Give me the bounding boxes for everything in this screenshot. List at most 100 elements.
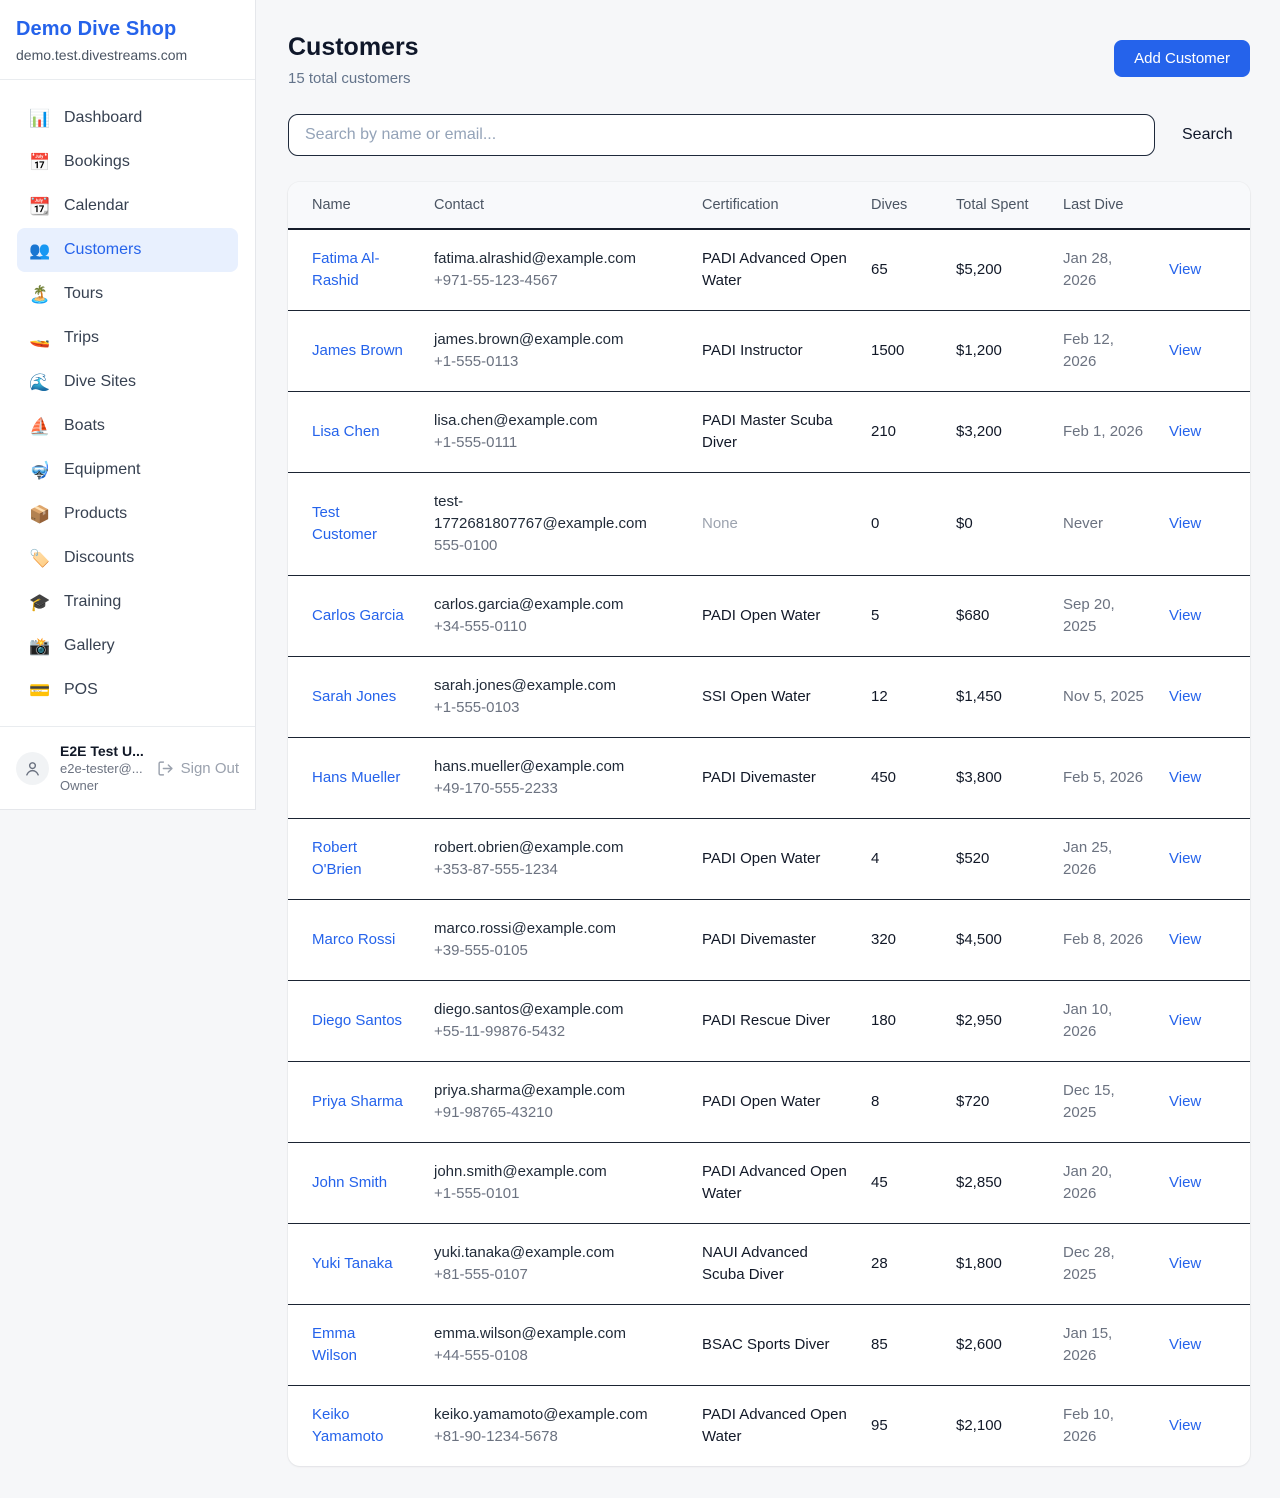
sidebar-nav: 📊 Dashboard 📅 Bookings 📆 Calendar 👥 Cust… [0,80,255,726]
customer-email: diego.santos@example.com [434,999,654,1021]
col-header-name: Name [288,182,434,229]
customer-dives: 5 [871,607,879,624]
customer-phone: +81-555-0107 [434,1264,654,1286]
customer-certification: PADI Advanced Open Water [702,1163,847,1202]
sidebar-item-label: POS [64,681,98,699]
customer-last-dive: Jan 25, 2026 [1063,839,1112,878]
customer-last-dive: Feb 10, 2026 [1063,1406,1114,1445]
sidebar-item-label: Gallery [64,637,115,655]
customer-last-dive: Jan 15, 2026 [1063,1325,1112,1364]
view-customer-link[interactable]: View [1169,261,1201,278]
customer-dives: 320 [871,931,896,948]
customer-name-link[interactable]: Diego Santos [312,1012,402,1029]
view-customer-link[interactable]: View [1169,769,1201,786]
customer-phone: +353-87-555-1234 [434,859,654,881]
sidebar-item-training[interactable]: 🎓 Training [17,580,238,624]
customer-total-spent: $1,800 [956,1255,1002,1272]
col-header-last-dive: Last Dive [1063,182,1169,229]
sidebar-item-calendar[interactable]: 📆 Calendar [17,184,238,228]
customer-name-link[interactable]: Sarah Jones [312,688,396,705]
view-customer-link[interactable]: View [1169,1417,1201,1434]
customer-email: yuki.tanaka@example.com [434,1242,654,1264]
customer-name-link[interactable]: Emma Wilson [312,1325,357,1364]
sidebar-item-pos[interactable]: 💳 POS [17,668,238,712]
customer-total-spent: $2,850 [956,1174,1002,1191]
sidebar-item-discounts[interactable]: 🏷️ Discounts [17,536,238,580]
sidebar-item-gallery[interactable]: 📸 Gallery [17,624,238,668]
view-customer-link[interactable]: View [1169,1336,1201,1353]
customer-name-link[interactable]: Priya Sharma [312,1093,403,1110]
customer-name-link[interactable]: Marco Rossi [312,931,395,948]
table-row: Hans Mueller hans.mueller@example.com +4… [288,738,1250,819]
sidebar-item-equipment[interactable]: 🤿 Equipment [17,448,238,492]
shop-name: Demo Dive Shop [16,18,239,41]
sidebar-item-customers[interactable]: 👥 Customers [17,228,238,272]
view-customer-link[interactable]: View [1169,515,1201,532]
customer-name-link[interactable]: Carlos Garcia [312,607,404,624]
sidebar-item-tours[interactable]: 🏝️ Tours [17,272,238,316]
customer-email: keiko.yamamoto@example.com [434,1404,654,1426]
sidebar-item-label: Calendar [64,197,129,215]
customer-last-dive: Feb 5, 2026 [1063,769,1143,786]
view-customer-link[interactable]: View [1169,423,1201,440]
view-customer-link[interactable]: View [1169,1012,1201,1029]
customer-name-link[interactable]: Robert O'Brien [312,839,362,878]
training-icon: 🎓 [29,594,51,611]
sidebar-item-boats[interactable]: ⛵ Boats [17,404,238,448]
view-customer-link[interactable]: View [1169,1093,1201,1110]
sidebar-item-dive-sites[interactable]: 🌊 Dive Sites [17,360,238,404]
customer-email: james.brown@example.com [434,329,654,351]
view-customer-link[interactable]: View [1169,1174,1201,1191]
search-input[interactable] [288,114,1155,156]
sidebar-item-bookings[interactable]: 📅 Bookings [17,140,238,184]
customer-name-link[interactable]: James Brown [312,342,403,359]
sidebar-item-dashboard[interactable]: 📊 Dashboard [17,96,238,140]
customer-dives: 85 [871,1336,888,1353]
customer-email: robert.obrien@example.com [434,837,654,859]
customer-name-link[interactable]: Lisa Chen [312,423,380,440]
add-customer-button[interactable]: Add Customer [1114,40,1250,77]
sidebar-item-products[interactable]: 📦 Products [17,492,238,536]
customer-dives: 8 [871,1093,879,1110]
customer-certification: PADI Advanced Open Water [702,250,847,289]
customer-name-link[interactable]: Test Customer [312,504,377,543]
customer-name-link[interactable]: Hans Mueller [312,769,400,786]
customer-last-dive: Feb 8, 2026 [1063,931,1143,948]
view-customer-link[interactable]: View [1169,1255,1201,1272]
view-customer-link[interactable]: View [1169,688,1201,705]
customer-dives: 450 [871,769,896,786]
view-customer-link[interactable]: View [1169,342,1201,359]
customer-name-link[interactable]: John Smith [312,1174,387,1191]
customer-certification: PADI Master Scuba Diver [702,412,833,451]
customer-dives: 1500 [871,342,904,359]
customer-name-link[interactable]: Fatima Al-Rashid [312,250,380,289]
tours-icon: 🏝️ [29,286,51,303]
search-button[interactable]: Search [1182,126,1233,144]
table-row: Priya Sharma priya.sharma@example.com +9… [288,1062,1250,1143]
gallery-icon: 📸 [29,638,51,655]
view-customer-link[interactable]: View [1169,607,1201,624]
view-customer-link[interactable]: View [1169,931,1201,948]
sidebar-item-trips[interactable]: 🚤 Trips [17,316,238,360]
sidebar-item-label: Products [64,505,127,523]
customer-certification: PADI Open Water [702,607,820,624]
customer-name-link[interactable]: Yuki Tanaka [312,1255,393,1272]
customer-phone: +1-555-0111 [434,432,654,454]
customer-phone: +49-170-555-2233 [434,778,654,800]
view-customer-link[interactable]: View [1169,850,1201,867]
table-row: Sarah Jones sarah.jones@example.com +1-5… [288,657,1250,738]
customer-total-spent: $2,100 [956,1417,1002,1434]
customer-email: hans.mueller@example.com [434,756,654,778]
customer-phone: +971-55-123-4567 [434,270,654,292]
customer-total-spent: $0 [956,515,973,532]
customer-total-spent: $3,200 [956,423,1002,440]
customer-certification: PADI Instructor [702,342,803,359]
customer-name-link[interactable]: Keiko Yamamoto [312,1406,383,1445]
customer-phone: +39-555-0105 [434,940,654,962]
customer-email: priya.sharma@example.com [434,1080,654,1102]
customer-phone: +1-555-0113 [434,351,654,373]
sign-out-button[interactable]: Sign Out [157,760,239,777]
customer-certification: PADI Advanced Open Water [702,1406,847,1445]
customer-total-spent: $1,450 [956,688,1002,705]
sign-out-label: Sign Out [181,760,239,777]
